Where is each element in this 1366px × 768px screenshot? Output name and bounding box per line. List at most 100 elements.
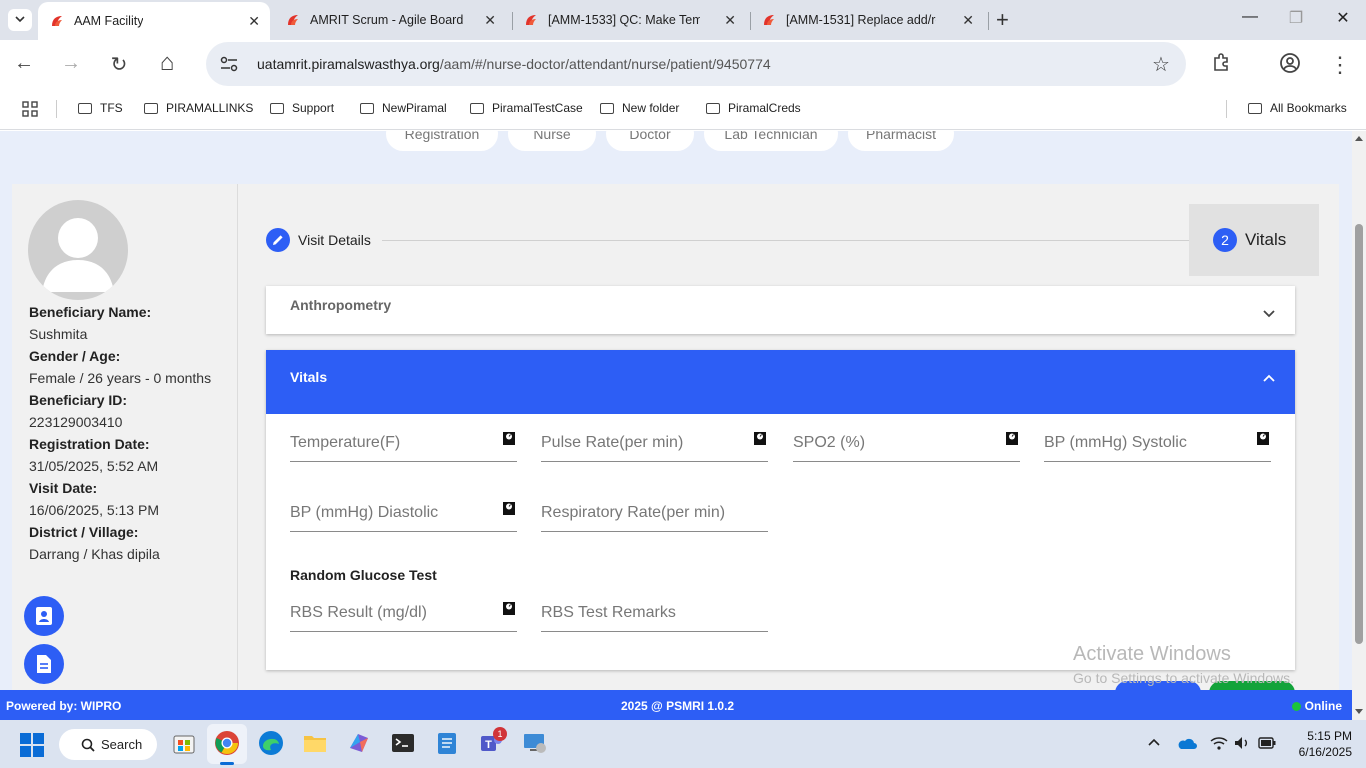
bookmark-star-icon[interactable]: ☆ [1152,52,1170,77]
wifi-icon[interactable] [1210,736,1228,750]
step-visit-details-label[interactable]: Visit Details [298,232,371,248]
close-icon[interactable]: ✕ [248,13,260,30]
tab-amrit-scrum[interactable]: AMRIT Scrum - Agile Board ✕ [274,4,506,36]
role-tab-pharmacist[interactable]: Pharmacist [848,131,954,151]
weighing-scale-icon[interactable] [501,600,517,616]
back-button[interactable]: ← [12,52,36,75]
tab-search-button[interactable] [8,9,32,31]
rbs-remarks-input[interactable]: RBS Test Remarks [541,592,768,632]
folder-icon [78,102,92,114]
bookmark-piramallinks[interactable]: PIRAMALLINKS [144,101,253,115]
role-tab-nurse[interactable]: Nurse [508,131,596,151]
tab-amm-1533[interactable]: [AMM-1533] QC: Make Temp ✕ [512,4,746,36]
rbs-result-input[interactable]: RBS Result (mg/dl) [290,592,517,632]
tab-title: AMRIT Scrum - Agile Board [310,13,464,27]
volume-icon[interactable] [1234,736,1250,750]
role-tab-doctor[interactable]: Doctor [606,131,694,151]
profile-card-button[interactable] [24,596,64,636]
weighing-scale-icon[interactable] [1255,430,1271,446]
anthropometry-panel[interactable]: Anthropometry [266,286,1295,334]
taskbar-clock[interactable]: 5:15 PM 6/16/2025 [1299,728,1352,760]
tab-aam-facility[interactable]: AAM Facility ✕ [38,2,270,40]
m365-icon[interactable] [346,730,372,756]
jira-logo-icon [526,15,536,25]
account-icon [1280,53,1300,73]
bp-systolic-input[interactable]: BP (mmHg) Systolic [1044,422,1271,462]
bookmark-support[interactable]: Support [270,101,334,115]
new-tab-button[interactable]: + [996,7,1009,33]
close-icon[interactable]: ✕ [484,12,496,29]
close-icon[interactable]: ✕ [724,12,736,29]
weighing-scale-icon[interactable] [1004,430,1020,446]
temperature-input[interactable]: Temperature(F) [290,422,517,462]
bookmark-piramalcreds[interactable]: PiramalCreds [706,101,801,115]
scroll-thumb[interactable] [1355,224,1363,644]
remote-desktop-icon[interactable] [522,730,548,756]
window-close-button[interactable]: ✕ [1320,8,1366,28]
scroll-up-icon[interactable] [1355,135,1363,141]
page-scrollbar[interactable] [1352,131,1366,720]
weighing-scale-icon[interactable] [752,430,768,446]
extensions-button[interactable] [1210,52,1234,78]
step-vitals[interactable]: 2 Vitals [1189,204,1319,276]
rbs-remarks-label: RBS Test Remarks [541,604,676,621]
pulse-rate-input[interactable]: Pulse Rate(per min) [541,422,768,462]
contact-card-icon [36,607,52,625]
folder-icon [470,102,484,114]
role-tab-lab-technician[interactable]: Lab Technician [704,131,838,151]
bookmark-new-folder[interactable]: New folder [600,101,679,115]
forward-button[interactable]: → [59,52,83,75]
edge-icon[interactable] [258,730,284,756]
connection-status: Online [1291,699,1342,713]
document-button[interactable] [24,644,64,684]
bookmark-piramaltestcase[interactable]: PiramalTestCase [470,101,583,115]
reload-button[interactable]: ↻ [107,52,131,77]
step-visit-details-icon[interactable] [266,228,290,252]
activate-windows-watermark: Activate Windows Go to Settings to activ… [1073,643,1309,686]
weighing-scale-icon[interactable] [501,500,517,516]
browser-menu-button[interactable]: ⋮ [1328,52,1352,78]
battery-icon[interactable] [1258,737,1276,749]
show-hidden-icons-icon[interactable] [1148,738,1160,746]
beneficiary-id-value: 223129003410 [29,414,123,430]
weighing-scale-icon[interactable] [501,430,517,446]
scroll-down-icon[interactable] [1355,709,1363,715]
chevron-down-icon[interactable] [1263,307,1275,319]
restore-button[interactable]: ❐ [1273,8,1319,28]
url-path: /aam/#/nurse-doctor/attendant/nurse/pati… [439,56,771,72]
store-icon[interactable] [171,730,197,756]
search-icon [81,738,95,752]
bp-diastolic-input[interactable]: BP (mmHg) Diastolic [290,492,517,532]
file-explorer-icon[interactable] [302,730,328,756]
home-button[interactable]: ⌂ [155,49,179,77]
site-settings-icon[interactable] [220,56,238,72]
random-glucose-heading: Random Glucose Test [290,567,437,583]
bookmark-tfs[interactable]: TFS [78,101,123,115]
minimize-button[interactable]: — [1227,8,1273,26]
notepad-icon[interactable] [434,730,460,756]
taskbar-search[interactable]: Search [59,729,157,760]
chrome-active-indicator [220,762,234,765]
vitals-panel-header[interactable]: Vitals [266,350,1295,414]
bookmarks-bar: TFS PIRAMALLINKS Support NewPiramal Pira… [0,88,1366,130]
windows-start-icon[interactable] [20,733,44,757]
respiratory-rate-input[interactable]: Respiratory Rate(per min) [541,492,768,532]
terminal-icon[interactable] [390,730,416,756]
bookmarks-separator [1226,100,1227,118]
activate-windows-subtitle: Go to Settings to activate Windows. [1073,670,1294,686]
spo2-input[interactable]: SPO2 (%) [793,422,1020,462]
role-tab-registration[interactable]: Registration [386,131,498,151]
tab-amm-1531[interactable]: [AMM-1531] Replace add/re ✕ [750,4,984,36]
temperature-label: Temperature(F) [290,434,401,451]
chevron-up-icon[interactable] [1263,373,1275,385]
address-bar[interactable]: uatamrit.piramalswasthya.org/aam/#/nurse… [206,42,1186,86]
onedrive-icon[interactable] [1177,736,1197,750]
profile-button[interactable] [1278,52,1302,80]
bookmark-newpiramal[interactable]: NewPiramal [360,101,447,115]
close-icon[interactable]: ✕ [962,12,974,29]
url-host: uatamrit.piramalswasthya.org [257,56,440,72]
chrome-icon[interactable] [214,730,240,756]
all-bookmarks-button[interactable]: All Bookmarks [1248,101,1347,115]
apps-grid-icon[interactable] [22,101,38,117]
respiratory-rate-label: Respiratory Rate(per min) [541,504,726,521]
